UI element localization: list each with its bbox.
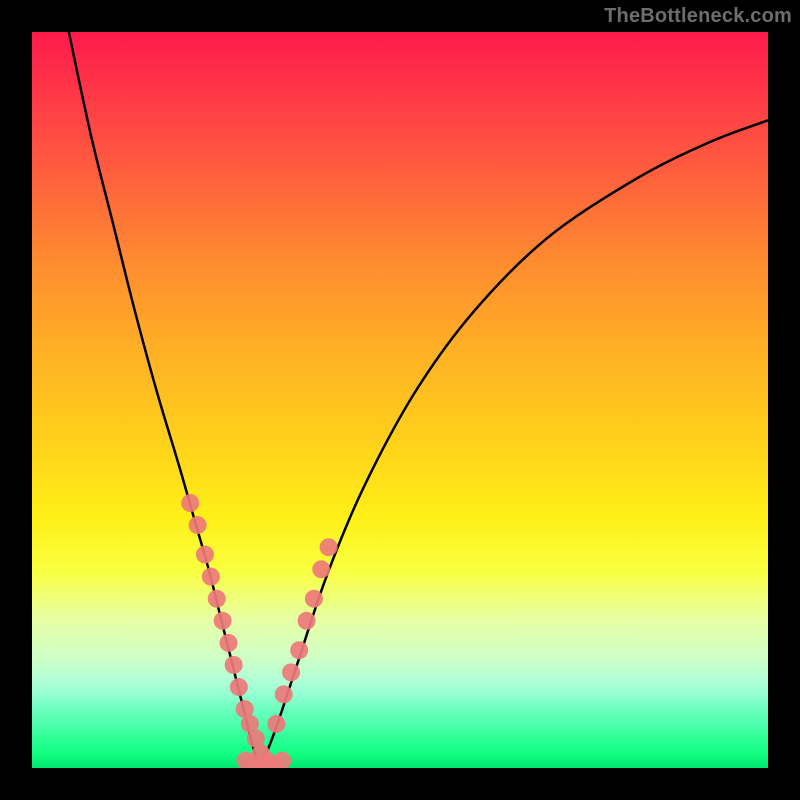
plot-area	[32, 32, 768, 768]
data-point	[225, 656, 243, 674]
data-point	[230, 678, 248, 696]
data-point	[267, 715, 285, 733]
data-point	[208, 590, 226, 608]
data-point	[202, 568, 220, 586]
curve-right-branch	[260, 120, 768, 768]
data-point	[220, 634, 238, 652]
chart-svg	[32, 32, 768, 768]
data-point	[273, 752, 291, 768]
data-point	[282, 663, 300, 681]
data-point	[181, 494, 199, 512]
curve-layer	[69, 32, 768, 768]
chart-frame: TheBottleneck.com	[0, 0, 800, 800]
data-point	[189, 516, 207, 534]
data-point	[290, 641, 308, 659]
data-point	[275, 685, 293, 703]
data-point	[298, 612, 316, 630]
data-point	[312, 560, 330, 578]
data-point	[320, 538, 338, 556]
data-point	[196, 546, 214, 564]
watermark: TheBottleneck.com	[604, 5, 792, 28]
data-point	[214, 612, 232, 630]
data-point	[305, 590, 323, 608]
dots-layer	[181, 494, 337, 768]
